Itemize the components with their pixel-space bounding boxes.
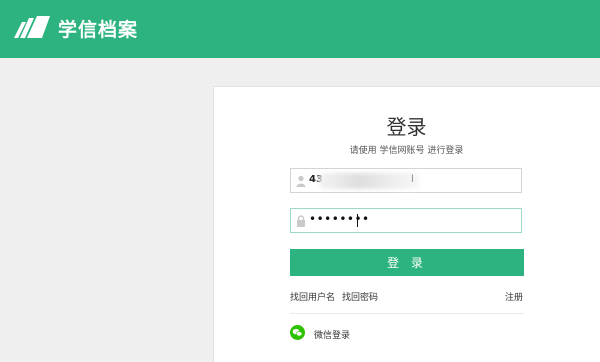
find-password-link[interactable]: 找回密码 — [342, 290, 378, 303]
password-value: •••••••• — [309, 212, 370, 226]
username-field[interactable]: 43 l — [290, 168, 522, 193]
find-username-link[interactable]: 找回用户名 — [290, 290, 335, 303]
top-header: 学信档案 — [0, 0, 600, 58]
lock-icon — [297, 215, 305, 227]
divider — [290, 313, 524, 314]
user-icon — [296, 175, 306, 187]
password-field[interactable]: •••••••• — [290, 208, 522, 233]
book-logo-icon — [14, 16, 50, 38]
wechat-icon[interactable] — [290, 325, 305, 340]
login-button[interactable]: 登 录 — [290, 249, 524, 276]
logo-text: 学信档案 — [58, 19, 139, 41]
username-tail: l — [411, 174, 414, 185]
redaction-blur — [319, 173, 419, 189]
login-title: 登录 — [386, 115, 427, 139]
login-card: 登录 请使用 学信网账号 进行登录 43 l •••••••• 登 录 找回用户… — [213, 86, 600, 362]
login-subtitle: 请使用 学信网账号 进行登录 — [349, 146, 464, 156]
wechat-login-link[interactable]: 微信登录 — [314, 328, 350, 341]
text-caret — [357, 214, 358, 227]
register-link[interactable]: 注册 — [505, 290, 523, 303]
